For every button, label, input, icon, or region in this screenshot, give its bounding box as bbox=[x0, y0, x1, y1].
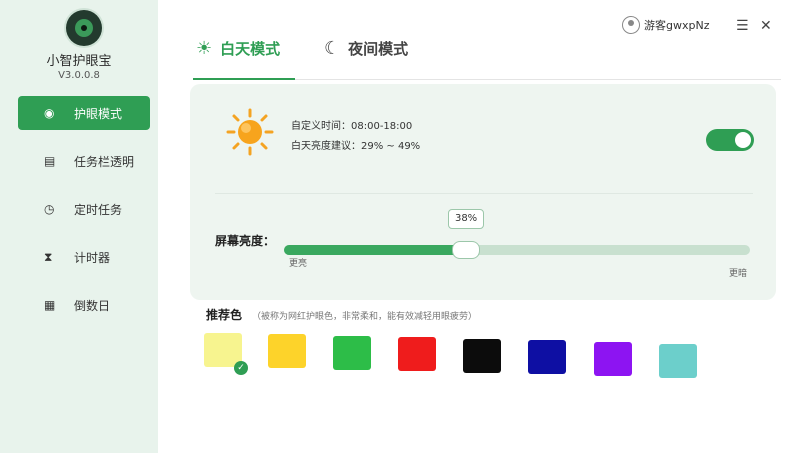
taskbar-icon: ▤ bbox=[44, 154, 56, 168]
sun-icon: ☀ bbox=[196, 38, 213, 59]
color-swatch[interactable] bbox=[333, 336, 371, 370]
color-swatch[interactable] bbox=[398, 337, 436, 371]
color-swatch[interactable]: ✓ bbox=[204, 333, 248, 375]
sidebar-item-schedule[interactable]: ◷ 定时任务 bbox=[18, 192, 150, 226]
brightness-label: 屏幕亮度： bbox=[215, 234, 276, 248]
sun-illustration-icon bbox=[226, 108, 274, 156]
color-swatch[interactable] bbox=[268, 334, 306, 368]
sidebar-item-eye-mode[interactable]: ◉ 护眼模式 bbox=[18, 96, 150, 130]
app-name: 小智护眼宝 bbox=[46, 54, 112, 69]
slider-thumb[interactable] bbox=[452, 241, 481, 259]
tab-day-mode[interactable]: ☀ 白天模式 bbox=[196, 38, 280, 59]
active-tab-underline bbox=[193, 78, 295, 80]
brightness-hint-text: 白天亮度建议：29% ~ 49% bbox=[291, 141, 421, 152]
slider-value-tooltip: 38% bbox=[448, 209, 485, 229]
sidebar-item-label: 计时器 bbox=[74, 250, 111, 265]
tab-label: 夜间模式 bbox=[348, 40, 409, 58]
user-name: 游客gwxpNz bbox=[644, 19, 710, 32]
user-account[interactable]: 游客gwxpNz bbox=[622, 16, 709, 34]
sidebar-item-label: 任务栏透明 bbox=[74, 154, 135, 169]
color-swatch[interactable] bbox=[659, 344, 697, 378]
brightness-slider[interactable]: 38% bbox=[284, 209, 750, 259]
clock-icon: ◷ bbox=[44, 202, 55, 216]
sidebar-item-label: 定时任务 bbox=[74, 202, 123, 217]
slider-fill bbox=[284, 245, 466, 255]
hourglass-icon: ⧗ bbox=[44, 249, 53, 264]
check-icon: ✓ bbox=[234, 361, 248, 375]
day-mode-toggle[interactable] bbox=[706, 129, 754, 151]
app-logo bbox=[66, 10, 102, 46]
sidebar-item-label: 倒数日 bbox=[74, 298, 111, 313]
avatar-icon bbox=[622, 16, 640, 34]
eye-icon: ◉ bbox=[44, 106, 55, 120]
tab-night-mode[interactable]: ☾ 夜间模式 bbox=[324, 38, 408, 59]
sidebar-item-timer[interactable]: ⧗ 计时器 bbox=[18, 240, 150, 274]
day-mode-card bbox=[190, 84, 776, 300]
menu-icon[interactable]: ☰ bbox=[736, 18, 749, 34]
moon-icon: ☾ bbox=[324, 38, 341, 59]
color-swatch[interactable] bbox=[463, 339, 501, 373]
sidebar-item-label: 护眼模式 bbox=[74, 106, 123, 121]
card-divider bbox=[215, 193, 753, 194]
toggle-knob bbox=[735, 132, 751, 148]
darker-label: 更暗 bbox=[729, 269, 748, 279]
recommend-title: 推荐色 bbox=[206, 308, 243, 322]
app-version: V3.0.0.8 bbox=[58, 70, 100, 81]
close-icon[interactable]: ✕ bbox=[760, 18, 772, 34]
sidebar-item-taskbar[interactable]: ▤ 任务栏透明 bbox=[18, 144, 150, 178]
tab-label: 白天模式 bbox=[220, 40, 281, 58]
custom-time-text: 自定义时间：08:00-18:00 bbox=[291, 121, 413, 132]
calendar-icon: ▦ bbox=[44, 298, 56, 312]
brighter-label: 更亮 bbox=[289, 259, 308, 269]
recommend-note: （被称为网红护眼色，非常柔和，能有效减轻用眼疲劳） bbox=[252, 312, 478, 322]
color-swatch[interactable] bbox=[594, 342, 632, 376]
color-swatch[interactable] bbox=[528, 340, 566, 374]
sidebar-item-countdown[interactable]: ▦ 倒数日 bbox=[18, 288, 150, 322]
sidebar: 小智护眼宝 V3.0.0.8 ◉ 护眼模式 ▤ 任务栏透明 ◷ 定时任务 ⧗ 计… bbox=[0, 0, 158, 453]
